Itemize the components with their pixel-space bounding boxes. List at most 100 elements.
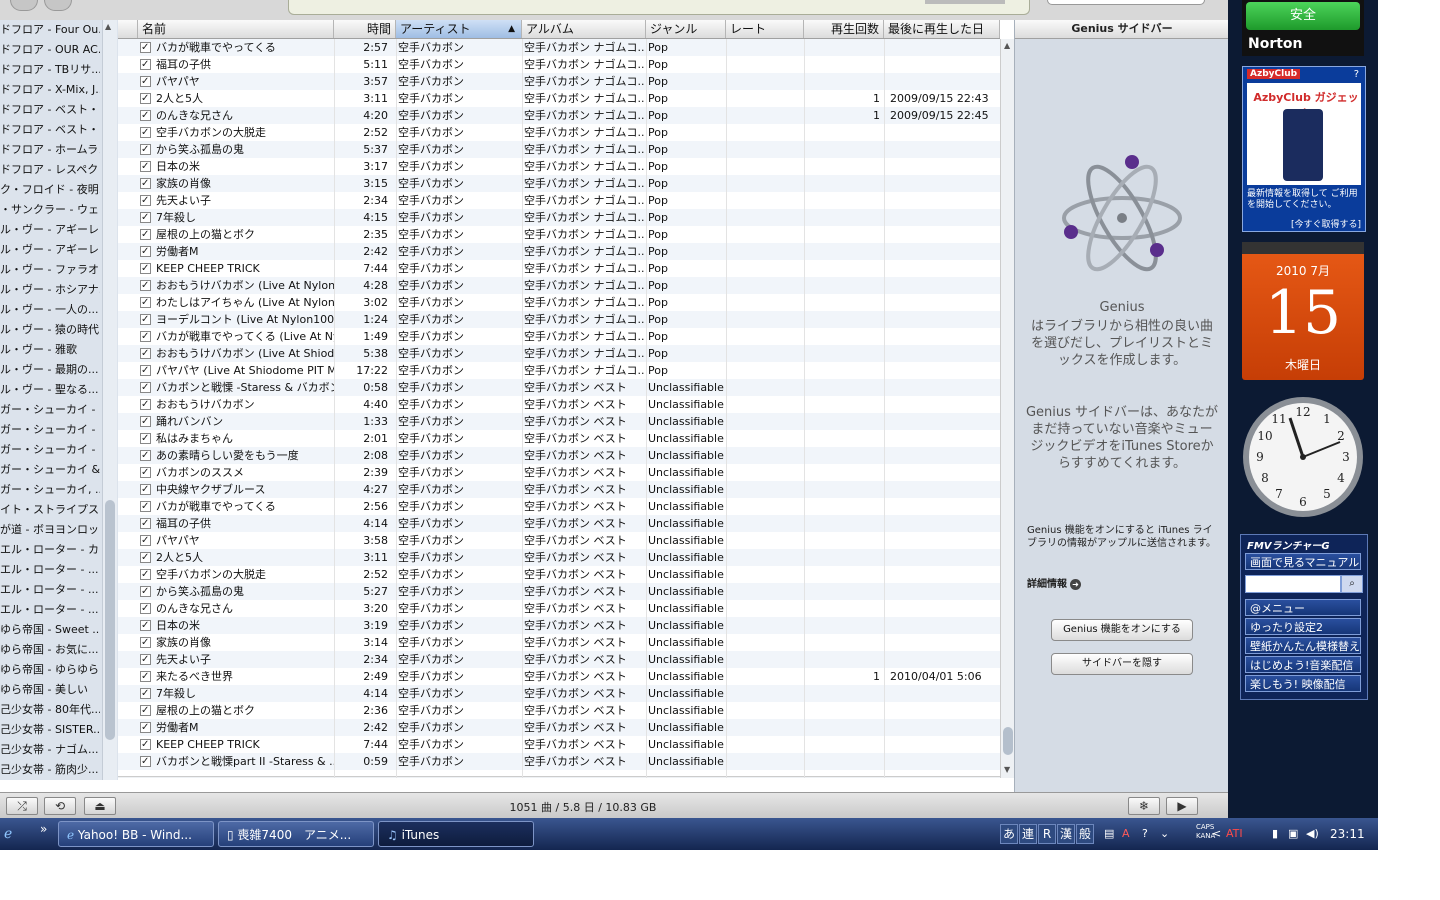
sidebar-playlist-item[interactable]: ル・ヴー - ホシアナ...	[0, 280, 100, 300]
ime-pad-icon[interactable]: ▤	[1104, 827, 1114, 840]
column-album[interactable]: アルバム	[522, 20, 646, 38]
track-checkbox[interactable]	[140, 107, 154, 124]
search-input[interactable]	[1047, 0, 1205, 5]
table-row[interactable]: あの素晴らしい愛をもう一度 2:08 空手バカボン 空手バカボン ベスト Unclass…	[118, 447, 1000, 464]
ime-hiragana[interactable]: あ	[1000, 824, 1018, 844]
sidebar-playlist-item[interactable]: ドフロア - Four Ou...	[0, 20, 100, 40]
azby-get-now-link[interactable]: [今すぐ取得する]	[1291, 217, 1361, 230]
sidebar-playlist-item[interactable]: 己少女帯 - 筋肉少...	[0, 760, 100, 780]
fmv-manual-button[interactable]: 画面で見るマニュアル	[1245, 553, 1361, 570]
sidebar-playlist-item[interactable]: ル・ヴー - 猿の時代	[0, 320, 100, 340]
track-checkbox[interactable]	[140, 753, 154, 770]
track-checkbox[interactable]	[140, 532, 154, 549]
genius-icon[interactable]: ❄	[1128, 797, 1160, 815]
track-checkbox[interactable]	[140, 702, 154, 719]
table-row[interactable]: 7年殺し 4:15 空手バカボン 空手バカボン ナゴムコ... Pop	[118, 209, 1000, 226]
track-checkbox[interactable]	[140, 73, 154, 90]
table-row[interactable]: 来たるべき世界 2:49 空手バカボン 空手バカボン ベスト Unclassifiabl…	[118, 668, 1000, 685]
previous-button[interactable]	[10, 0, 38, 11]
track-checkbox[interactable]	[140, 685, 154, 702]
quick-launch-more-icon[interactable]: »	[40, 822, 47, 836]
sidebar-playlist-item[interactable]: ル・ヴー - 最期の...	[0, 360, 100, 380]
sidebar-playlist-item[interactable]: エル・ローター - カ...	[0, 540, 100, 560]
table-row[interactable]: パヤパヤ (Live At Shiodome PIT M... 17:22 空手バカ…	[118, 362, 1000, 379]
ati-icon[interactable]: ATI	[1226, 827, 1243, 840]
track-checkbox[interactable]	[140, 362, 154, 379]
column-name[interactable]: 名前	[138, 20, 334, 38]
help-icon[interactable]: ?	[1142, 827, 1148, 840]
sidebar-playlist-item[interactable]: ドフロア - ベスト・...	[0, 120, 100, 140]
task-itunes[interactable]: ♫ iTunes	[378, 821, 534, 847]
turn-on-genius-button[interactable]: Genius 機能をオンにする	[1051, 619, 1193, 641]
fmv-wallpaper-button[interactable]: 壁紙かんたん模様替え	[1245, 637, 1361, 654]
table-row[interactable]: バカボンのススメ 2:39 空手バカボン 空手バカボン ベスト Unclassifiab…	[118, 464, 1000, 481]
toggle-sidebar-icon[interactable]: ▶	[1166, 797, 1198, 815]
table-row[interactable]: ヨーデルコント (Live At Nylon100%... 1:24 空手バカボン 空…	[118, 311, 1000, 328]
clock-time[interactable]: 23:11	[1330, 827, 1365, 841]
table-row[interactable]: から笑ふ孤島の鬼 5:37 空手バカボン 空手バカボン ナゴムコ... Pop	[118, 141, 1000, 158]
fmv-settings-button[interactable]: ゆったり設定2	[1245, 618, 1361, 635]
table-row[interactable]: 日本の米 3:19 空手バカボン 空手バカボン ベスト Unclassifiable	[118, 617, 1000, 634]
sidebar-playlist-item[interactable]: が道 - ボヨヨンロック	[0, 520, 100, 540]
track-checkbox[interactable]	[140, 464, 154, 481]
scroll-up-arrow-icon[interactable]: ▲	[105, 22, 111, 31]
track-list-vscrollbar[interactable]: ▲ ▼	[1000, 39, 1014, 778]
ime-romaji[interactable]: R	[1038, 824, 1056, 844]
help-icon[interactable]: ?	[1354, 69, 1359, 80]
sidebar-playlist-item[interactable]: 己少女帯 - 80年代...	[0, 700, 100, 720]
track-checkbox[interactable]	[140, 498, 154, 515]
scroll-down-arrow-icon[interactable]: ▼	[1004, 765, 1010, 774]
track-checkbox[interactable]	[140, 719, 154, 736]
column-rating[interactable]: レート	[726, 20, 804, 38]
track-checkbox[interactable]	[140, 617, 154, 634]
table-row[interactable]: おおもうけバカボン (Live At Shiodo... 5:38 空手バカボン 空手…	[118, 345, 1000, 362]
volume-icon[interactable]: ◀)	[1306, 827, 1319, 840]
track-checkbox[interactable]	[140, 277, 154, 294]
track-checkbox[interactable]	[140, 345, 154, 362]
sidebar-playlist-item[interactable]: ル・ヴー - アギーレ...	[0, 240, 100, 260]
fmv-music-button[interactable]: はじめよう!音楽配信	[1245, 656, 1361, 673]
track-checkbox[interactable]	[140, 243, 154, 260]
more-info-link[interactable]: 詳細情報 ➜	[1027, 575, 1081, 590]
sidebar-playlist-item[interactable]: ゆら帝国 - お気に...	[0, 640, 100, 660]
track-checkbox[interactable]	[140, 260, 154, 277]
track-checkbox[interactable]	[140, 39, 154, 56]
network-icon[interactable]: ▣	[1288, 827, 1298, 840]
track-checkbox[interactable]	[140, 396, 154, 413]
fmv-menu-button[interactable]: @メニュー	[1245, 599, 1361, 616]
sidebar-scrollbar[interactable]: ▲	[102, 20, 117, 780]
track-checkbox[interactable]	[140, 141, 154, 158]
track-checkbox[interactable]	[140, 549, 154, 566]
track-list-vscroll-thumb[interactable]	[1003, 727, 1013, 755]
table-row[interactable]: のんきな兄さん 3:20 空手バカボン 空手バカボン ベスト Unclassifiabl…	[118, 600, 1000, 617]
sidebar-playlist-item[interactable]: ・サンクラー - ウェス...	[0, 200, 100, 220]
table-row[interactable]: おおもうけバカボン 4:40 空手バカボン 空手バカボン ベスト Unclassifia…	[118, 396, 1000, 413]
sidebar-playlist-item[interactable]: ゆら帝国 - Sweet ...	[0, 620, 100, 640]
hide-sidebar-button[interactable]: サイドバーを隠す	[1051, 653, 1193, 675]
table-row[interactable]: 中央線ヤクザブルース 4:27 空手バカボン 空手バカボン ベスト Unclassifi…	[118, 481, 1000, 498]
table-row[interactable]: バカボンと戦慄 -Staress & バカボン... 0:58 空手バカボン 空手バカ…	[118, 379, 1000, 396]
track-list-hscrollbar[interactable]: ◀ ▶	[118, 776, 1000, 778]
sidebar-playlist-item[interactable]: ル・ヴー - ファラオ...	[0, 260, 100, 280]
sidebar-playlist-item[interactable]: ガー・シューカイ - ...	[0, 420, 100, 440]
track-checkbox[interactable]	[140, 413, 154, 430]
sidebar-playlist-item[interactable]: ル・ヴー - 雅歌	[0, 340, 100, 360]
track-checkbox[interactable]	[140, 294, 154, 311]
ime-kanji[interactable]: 漢	[1057, 824, 1075, 844]
track-checkbox[interactable]	[140, 158, 154, 175]
task-yahoo-bb[interactable]: ℯ Yahoo! BB - Wind...	[58, 821, 214, 847]
table-row[interactable]: 空手バカボンの大脱走 2:52 空手バカボン 空手バカボン ナゴムコ... Pop	[118, 124, 1000, 141]
sidebar-playlist-item[interactable]: ゆら帝国 - ゆらゆら...	[0, 660, 100, 680]
sidebar-playlist-item[interactable]: 己少女帯 - ナゴム...	[0, 740, 100, 760]
track-checkbox[interactable]	[140, 515, 154, 532]
track-checkbox[interactable]	[140, 226, 154, 243]
table-row[interactable]: 私はみまちゃん 2:01 空手バカボン 空手バカボン ベスト Unclassifiabl…	[118, 430, 1000, 447]
table-row[interactable]: おおもうけバカボン (Live At Nylon1... 4:28 空手バカボン 空手…	[118, 277, 1000, 294]
column-genre[interactable]: ジャンル	[646, 20, 726, 38]
track-checkbox[interactable]	[140, 175, 154, 192]
table-row[interactable]: パヤパヤ 3:58 空手バカボン 空手バカボン ベスト Unclassifiable	[118, 532, 1000, 549]
track-checkbox[interactable]	[140, 311, 154, 328]
sidebar-playlist-item[interactable]: ドフロア - TBリサ...	[0, 60, 100, 80]
track-checkbox[interactable]	[140, 481, 154, 498]
sidebar-playlist-item[interactable]: ガー・シューカイ, ...	[0, 480, 100, 500]
